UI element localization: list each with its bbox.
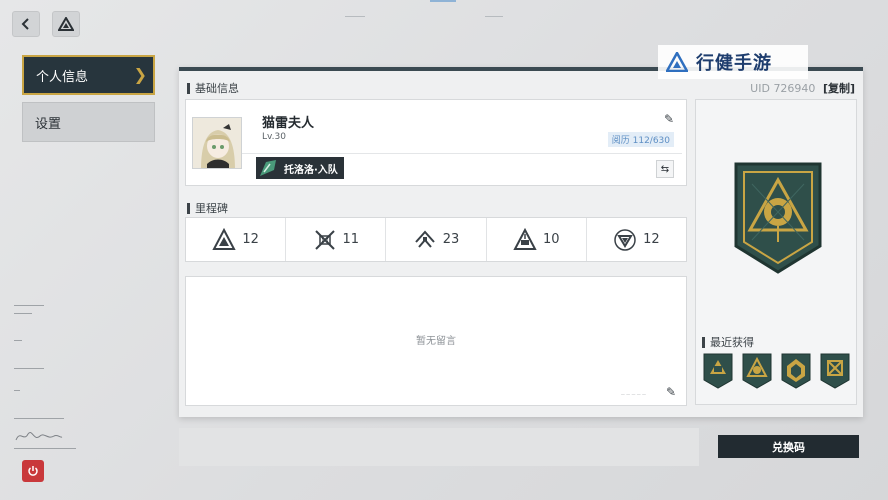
deco-line bbox=[14, 418, 64, 419]
crossed-lines-icon bbox=[314, 229, 335, 250]
pencil-icon: ✎ bbox=[663, 112, 674, 126]
milestone-item[interactable]: 12 bbox=[587, 218, 686, 261]
watermark-logo-icon bbox=[666, 52, 688, 72]
recent-title: 最近获得 bbox=[702, 334, 754, 350]
chevron-left-icon bbox=[21, 18, 29, 30]
watermark-text: 行健手游 bbox=[696, 53, 772, 74]
deco-line bbox=[14, 305, 44, 306]
milestone-item[interactable]: 12 bbox=[186, 218, 287, 261]
deco-line bbox=[14, 390, 20, 391]
top-deco bbox=[345, 16, 365, 17]
milestone-value: 12 bbox=[643, 232, 660, 247]
chevron-stack-icon bbox=[414, 230, 435, 248]
power-button[interactable] bbox=[22, 460, 44, 482]
deco-line bbox=[14, 340, 22, 341]
menu-item-profile[interactable]: 个人信息 ❯ bbox=[22, 55, 155, 95]
milestone-value: 23 bbox=[442, 232, 460, 247]
profile-panel: 基础信息 UID 726940 [复制] 猫雷夫人 Lv.30 阅历 112/6… bbox=[179, 67, 863, 417]
circle-triangle-icon bbox=[614, 228, 636, 251]
menu-item-settings[interactable]: 设置 bbox=[22, 102, 155, 142]
player-name: 猫雷夫人 bbox=[262, 116, 315, 131]
triangle-mountain-icon bbox=[212, 227, 236, 250]
pyramid-icon bbox=[513, 227, 537, 250]
rocket-icon bbox=[260, 160, 276, 176]
uid-value: 726940 bbox=[773, 82, 816, 95]
exp-badge: 阅历 112/630 bbox=[607, 132, 674, 147]
pencil-icon: ✎ bbox=[665, 385, 676, 399]
edit-message-button[interactable]: ✎ bbox=[666, 385, 676, 399]
recent-badge-icon[interactable] bbox=[702, 352, 734, 390]
uid-label: UID bbox=[750, 82, 770, 95]
menu-profile-label: 个人信息 bbox=[36, 69, 89, 85]
milestone-item[interactable]: 11 bbox=[286, 218, 387, 261]
deco-line bbox=[14, 368, 44, 369]
message-board: 暂无留言 — — — — — ✎ bbox=[185, 276, 687, 406]
swap-button[interactable]: ⇆ bbox=[656, 160, 674, 178]
card-divider bbox=[242, 153, 682, 154]
message-meta: — — — — — bbox=[620, 392, 646, 397]
avatar[interactable] bbox=[192, 117, 242, 169]
milestone-item[interactable]: 23 bbox=[386, 218, 487, 261]
milestone-value: 10 bbox=[542, 232, 560, 247]
player-level: Lv.30 bbox=[262, 132, 286, 142]
redeem-label: 兑换码 bbox=[772, 440, 805, 454]
chevron-right-icon: ❯ bbox=[133, 65, 147, 84]
watermark: 行健手游 bbox=[658, 45, 808, 79]
triangle-logo-icon bbox=[58, 17, 74, 31]
milestone-title: 里程碑 bbox=[187, 200, 228, 216]
recent-badge-icon[interactable] bbox=[819, 352, 851, 390]
edit-name-button[interactable]: ✎ bbox=[664, 112, 674, 126]
profile-card: 猫雷夫人 Lv.30 阅历 112/630 ✎ 托洛洛·入队 ⇆ bbox=[185, 99, 687, 186]
back-button[interactable] bbox=[12, 11, 40, 37]
basic-info-title: 基础信息 bbox=[187, 80, 239, 96]
power-icon bbox=[28, 466, 38, 476]
recent-badge-icon[interactable] bbox=[780, 352, 812, 390]
menu-settings-label: 设置 bbox=[35, 116, 62, 132]
recent-badges bbox=[702, 352, 851, 390]
milestone-row: 12 11 23 10 12 bbox=[185, 217, 687, 262]
recent-badge-icon[interactable] bbox=[741, 352, 773, 390]
team-label: 托洛洛·入队 bbox=[284, 164, 338, 176]
milestone-item[interactable]: 10 bbox=[487, 218, 587, 261]
milestone-value: 11 bbox=[342, 232, 360, 247]
top-deco bbox=[485, 16, 503, 17]
signature-icon bbox=[15, 432, 63, 441]
empty-message-text: 暂无留言 bbox=[416, 336, 456, 347]
redeem-code-button[interactable]: 兑换码 bbox=[718, 435, 859, 458]
home-button[interactable] bbox=[52, 11, 80, 37]
uid-row: UID 726940 [复制] bbox=[750, 80, 855, 96]
main-badge-icon[interactable] bbox=[732, 160, 824, 276]
deco-line bbox=[14, 448, 76, 449]
bottom-strip bbox=[179, 428, 699, 466]
top-deco bbox=[430, 0, 456, 2]
badge-panel: 最近获得 bbox=[695, 99, 857, 405]
copy-uid-button[interactable]: [复制] bbox=[823, 82, 855, 95]
milestone-value: 12 bbox=[242, 232, 259, 247]
deco-line bbox=[14, 313, 32, 314]
swap-icon: ⇆ bbox=[660, 163, 670, 175]
